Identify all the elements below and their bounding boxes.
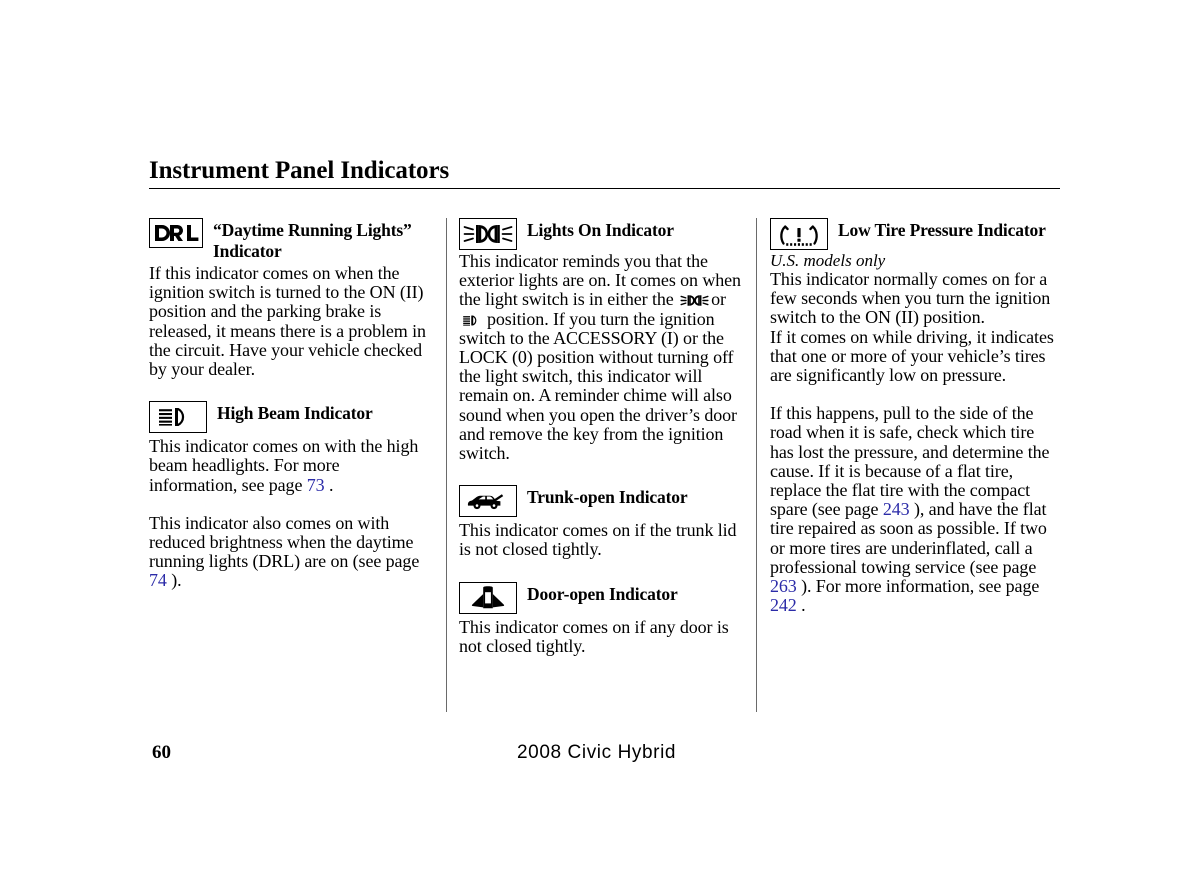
column-right: Low Tire Pressure Indicator U.S. models … (770, 218, 1062, 615)
entry-header: Low Tire Pressure Indicator (770, 218, 1062, 250)
entry-title: Lights On Indicator (527, 220, 674, 240)
low-tire-pressure-indicator-icon (770, 218, 828, 250)
page-reference-243[interactable]: 243 (883, 499, 910, 519)
lights-on-inline-icon (680, 294, 709, 307)
entry-daytime-running-lights: “Daytime Running Lights” Indicator If th… (149, 218, 426, 379)
page-reference-242[interactable]: 242 (770, 595, 797, 615)
column-left: “Daytime Running Lights” Indicator If th… (149, 218, 426, 591)
entry-paragraph-2: This indicator also comes on with reduce… (149, 512, 426, 591)
entry-title: Trunk-open Indicator (527, 487, 688, 508)
column-divider-left (446, 218, 447, 712)
door-open-indicator-icon (459, 581, 517, 614)
paragraph-text-mid-2: ). For more information, see page (796, 576, 1040, 597)
title-divider-rule (149, 188, 1060, 189)
entry-subnote: U.S. models only (770, 251, 886, 270)
entry-paragraph-1: This indicator comes on with the high be… (149, 437, 426, 495)
entry-title: High Beam Indicator (217, 403, 373, 424)
entry-paragraph: This indicator comes on if any door is n… (459, 616, 729, 656)
page-number: 60 (152, 742, 171, 763)
paragraph-text-pre: This indicator comes on with the high be… (149, 436, 419, 495)
lights-on-indicator-icon (459, 218, 517, 250)
entry-header: Trunk-open Indicator (459, 485, 746, 518)
column-divider-right (756, 218, 757, 712)
drl-indicator-icon (149, 218, 203, 248)
entry-paragraph-3: If this happens, pull to the side of the… (770, 404, 1062, 615)
column-middle: Lights On Indicator This indicator remin… (459, 218, 746, 656)
entry-low-tire-pressure: Low Tire Pressure Indicator U.S. models … (770, 218, 1062, 615)
high-beam-indicator-icon (149, 401, 207, 434)
entry-title: Door-open Indicator (527, 583, 678, 604)
entry-lights-on: Lights On Indicator This indicator remin… (459, 218, 746, 463)
entry-paragraph: This indicator reminds you that the exte… (459, 251, 746, 464)
footer-model-name: 2008 Civic Hybrid (517, 742, 677, 763)
entry-title: Low Tire Pressure Indicator (838, 220, 1046, 240)
entry-door-open: Door-open Indicator This indicator comes… (459, 581, 746, 656)
entry-paragraph: This indicator comes on if the trunk lid… (459, 520, 737, 560)
entry-trunk-open: Trunk-open Indicator This indicator come… (459, 485, 746, 559)
page-title: Instrument Panel Indicators (149, 157, 450, 184)
manual-page: Instrument Panel Indicators “Daytime Run… (0, 0, 1200, 892)
page-reference-73[interactable]: 73 (307, 475, 325, 495)
trunk-open-indicator-icon (459, 485, 517, 518)
entry-title: “Daytime Running Lights” Indicator (213, 220, 412, 261)
paragraph-text-post: . (796, 595, 806, 616)
entry-header: “Daytime Running Lights” Indicator (149, 218, 426, 262)
paragraph-text-pre: This indicator also comes on with reduce… (149, 512, 420, 572)
entry-paragraph-2: If it comes on while driving, it indicat… (770, 326, 1054, 386)
entry-paragraph: If this indicator comes on when the igni… (149, 263, 426, 380)
paragraph-text-post: . (324, 474, 334, 495)
entry-header: Door-open Indicator (459, 581, 746, 614)
entry-header: Lights On Indicator (459, 218, 746, 250)
page-reference-74[interactable]: 74 (149, 570, 167, 590)
entry-paragraph-1: This indicator normally comes on for a f… (770, 269, 1051, 328)
paragraph-text-part-2: or (711, 289, 726, 310)
entry-header: High Beam Indicator (149, 401, 426, 434)
paragraph-text-part-3: position. If you turn the ignition switc… (459, 308, 737, 464)
high-beam-inline-icon (461, 314, 485, 327)
paragraph-text-post: ). (166, 570, 182, 591)
page-reference-263[interactable]: 263 (770, 576, 797, 596)
entry-high-beam: High Beam Indicator This indicator comes… (149, 401, 426, 590)
